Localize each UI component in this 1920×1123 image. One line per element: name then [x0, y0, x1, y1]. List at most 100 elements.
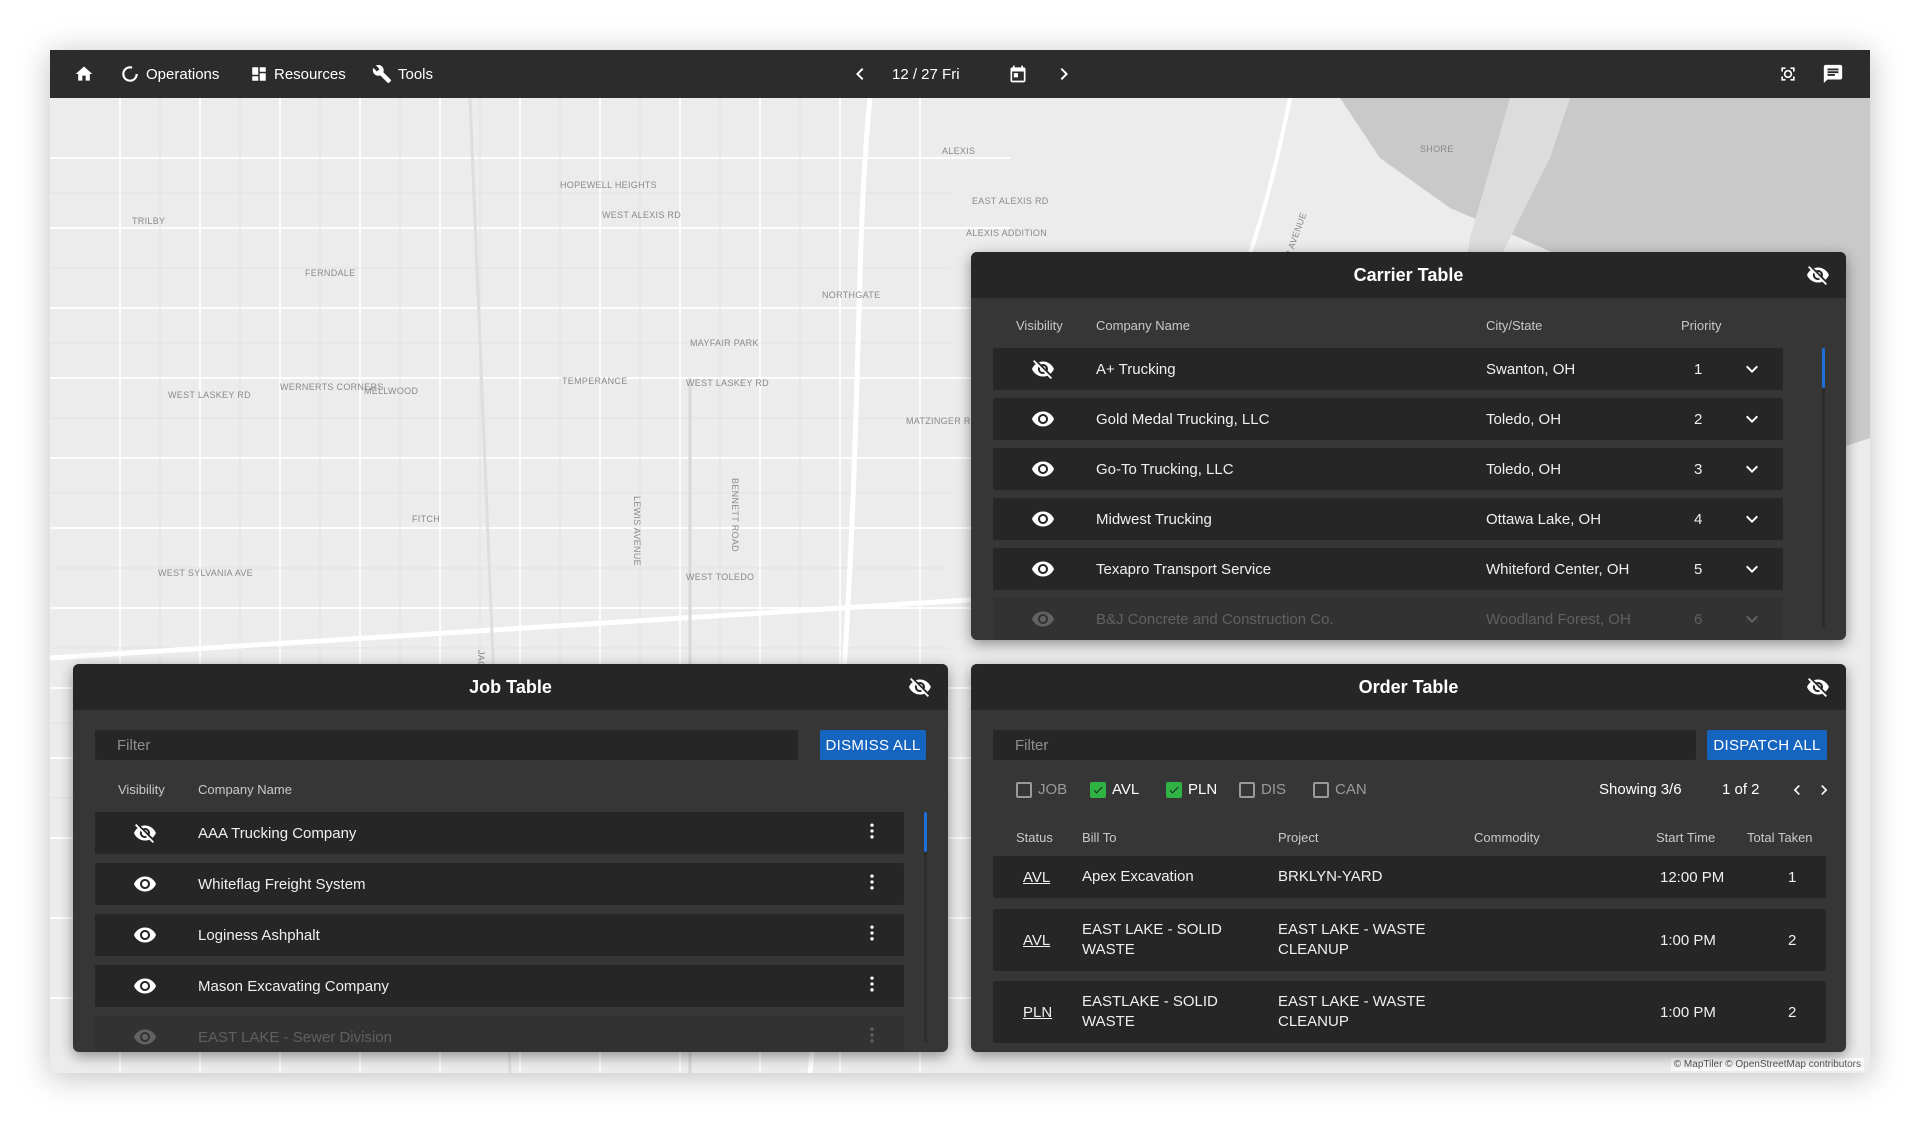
- checkbox[interactable]: [1313, 781, 1329, 798]
- column-header-status[interactable]: Status: [1016, 830, 1053, 845]
- order-status[interactable]: AVL: [1023, 869, 1050, 886]
- app-window: Operations Resources Tools 12 / 27 Fri T…: [50, 50, 1870, 1073]
- checkbox[interactable]: [1239, 781, 1255, 798]
- order-filter-input[interactable]: [993, 730, 1696, 760]
- carrier-row[interactable]: A+ Trucking Swanton, OH 1: [993, 348, 1783, 390]
- eye-icon[interactable]: [1031, 507, 1055, 531]
- filter-checkbox-can[interactable]: CAN: [1313, 781, 1367, 798]
- carrier-row[interactable]: Midwest Trucking Ottawa Lake, OH 4: [993, 498, 1783, 540]
- carrier-city: Woodland Forest, OH: [1486, 610, 1631, 628]
- scrollbar-thumb[interactable]: [1822, 348, 1825, 388]
- filter-checkbox-avl[interactable]: AVL: [1090, 781, 1139, 798]
- next-day-button[interactable]: [1052, 50, 1076, 98]
- operations-menu[interactable]: Operations: [120, 50, 219, 98]
- checkbox[interactable]: [1166, 781, 1182, 798]
- eye-icon[interactable]: [1031, 607, 1055, 631]
- job-table-title: Job Table: [469, 676, 552, 697]
- project-line: CLEANUP: [1278, 1013, 1349, 1030]
- map-label: EAST ALEXIS RD: [972, 196, 1049, 206]
- eye-icon[interactable]: [1031, 457, 1055, 481]
- more-vert-icon[interactable]: [862, 923, 882, 943]
- job-row[interactable]: EAST LAKE - Sewer Division: [95, 1016, 904, 1052]
- carrier-city: Whiteford Center, OH: [1486, 560, 1630, 578]
- chevron-down-icon[interactable]: [1740, 607, 1764, 631]
- column-header-company[interactable]: Company Name: [1096, 318, 1190, 333]
- filter-label: DIS: [1261, 781, 1287, 798]
- column-header-company[interactable]: Company Name: [198, 782, 292, 797]
- more-vert-icon[interactable]: [862, 821, 882, 841]
- chevron-left-icon[interactable]: [1787, 780, 1807, 800]
- column-header-bill-to[interactable]: Bill To: [1082, 830, 1116, 845]
- eye-off-icon[interactable]: [1806, 675, 1830, 699]
- eye-off-icon[interactable]: [133, 821, 157, 845]
- carrier-row[interactable]: B&J Concrete and Construction Co. Woodlan…: [993, 598, 1783, 640]
- chevron-right-icon: [1060, 68, 1068, 80]
- more-vert-icon[interactable]: [862, 1025, 882, 1045]
- job-company: EAST LAKE - Sewer Division: [198, 1028, 392, 1046]
- order-status[interactable]: AVL: [1023, 932, 1050, 949]
- eye-icon[interactable]: [133, 974, 157, 998]
- column-header-commodity[interactable]: Commodity: [1474, 830, 1540, 845]
- carrier-row[interactable]: Texapro Transport Service Whiteford Cente…: [993, 548, 1783, 590]
- chevron-down-icon[interactable]: [1740, 507, 1764, 531]
- previous-day-button[interactable]: [848, 50, 872, 98]
- carrier-table-header: Carrier Table: [971, 252, 1846, 298]
- order-row[interactable]: PLN EASTLAKE - SOLID WASTE EAST LAKE - WAST…: [993, 981, 1826, 1043]
- column-header-city[interactable]: City/State: [1486, 318, 1542, 333]
- home-button[interactable]: [74, 50, 94, 98]
- order-row[interactable]: AVL EAST LAKE - SOLID WASTE EAST LAKE - WAS…: [993, 909, 1826, 971]
- column-header-start-time[interactable]: Start Time: [1656, 830, 1715, 845]
- carrier-row[interactable]: Gold Medal Trucking, LLC Toledo, OH 2: [993, 398, 1783, 440]
- scrollbar-thumb[interactable]: [924, 812, 927, 852]
- map-label: TRILBY: [132, 216, 166, 226]
- filter-checkbox-job[interactable]: JOB: [1016, 781, 1067, 798]
- order-row[interactable]: AVL Apex Excavation BRKLYN-YARD 12:00 PM 1: [993, 856, 1826, 898]
- job-row[interactable]: Mason Excavating Company: [95, 965, 904, 1007]
- chevron-down-icon[interactable]: [1740, 557, 1764, 581]
- dismiss-all-button[interactable]: DISMISS ALL: [820, 730, 926, 760]
- job-filter-input[interactable]: [95, 730, 798, 760]
- eye-icon[interactable]: [133, 923, 157, 947]
- more-vert-icon[interactable]: [862, 872, 882, 892]
- filter-label: PLN: [1188, 781, 1218, 798]
- map-label: MAYFAIR PARK: [690, 338, 759, 348]
- order-start-time: 1:00 PM: [1660, 1003, 1716, 1021]
- eye-icon[interactable]: [1031, 557, 1055, 581]
- chevron-down-icon[interactable]: [1740, 407, 1764, 431]
- eye-off-icon[interactable]: [908, 675, 932, 699]
- showing-count: Showing 3/6: [1599, 781, 1682, 798]
- carrier-row[interactable]: Go-To Trucking, LLC Toledo, OH 3: [993, 448, 1783, 490]
- focus-icon: [1781, 67, 1795, 81]
- filter-checkbox-dis[interactable]: DIS: [1239, 781, 1286, 798]
- chevron-right-icon[interactable]: [1814, 780, 1834, 800]
- chevron-down-icon[interactable]: [1740, 457, 1764, 481]
- eye-off-icon[interactable]: [1806, 263, 1830, 287]
- eye-icon[interactable]: [1031, 407, 1055, 431]
- carrier-priority: 4: [1694, 510, 1703, 528]
- filter-checkbox-pln[interactable]: PLN: [1166, 781, 1217, 798]
- column-header-total-taken[interactable]: Total Taken: [1747, 830, 1813, 845]
- resources-menu[interactable]: Resources: [250, 50, 346, 98]
- eye-icon[interactable]: [133, 1025, 157, 1049]
- chat-button[interactable]: [1822, 50, 1844, 98]
- filter-label: AVL: [1112, 781, 1140, 798]
- chevron-down-icon[interactable]: [1740, 357, 1764, 381]
- column-header-priority[interactable]: Priority: [1681, 318, 1721, 333]
- column-header-project[interactable]: Project: [1278, 830, 1318, 845]
- carrier-priority: 2: [1694, 410, 1703, 428]
- job-company: Loginess Ashphalt: [198, 926, 320, 944]
- focus-button[interactable]: [1778, 50, 1798, 98]
- tools-menu[interactable]: Tools: [372, 50, 433, 98]
- job-row[interactable]: AAA Trucking Company: [95, 812, 904, 854]
- checkbox[interactable]: [1016, 781, 1032, 798]
- job-row[interactable]: Whiteflag Freight System: [95, 863, 904, 905]
- checkbox[interactable]: [1090, 781, 1106, 798]
- scrollbar-track[interactable]: [1822, 348, 1825, 628]
- eye-off-icon[interactable]: [1031, 357, 1055, 381]
- eye-icon[interactable]: [133, 872, 157, 896]
- calendar-button[interactable]: [1008, 50, 1028, 98]
- job-row[interactable]: Loginess Ashphalt: [95, 914, 904, 956]
- order-status[interactable]: PLN: [1023, 1004, 1052, 1021]
- more-vert-icon[interactable]: [862, 974, 882, 994]
- dispatch-all-button[interactable]: DISPATCH ALL: [1707, 730, 1827, 760]
